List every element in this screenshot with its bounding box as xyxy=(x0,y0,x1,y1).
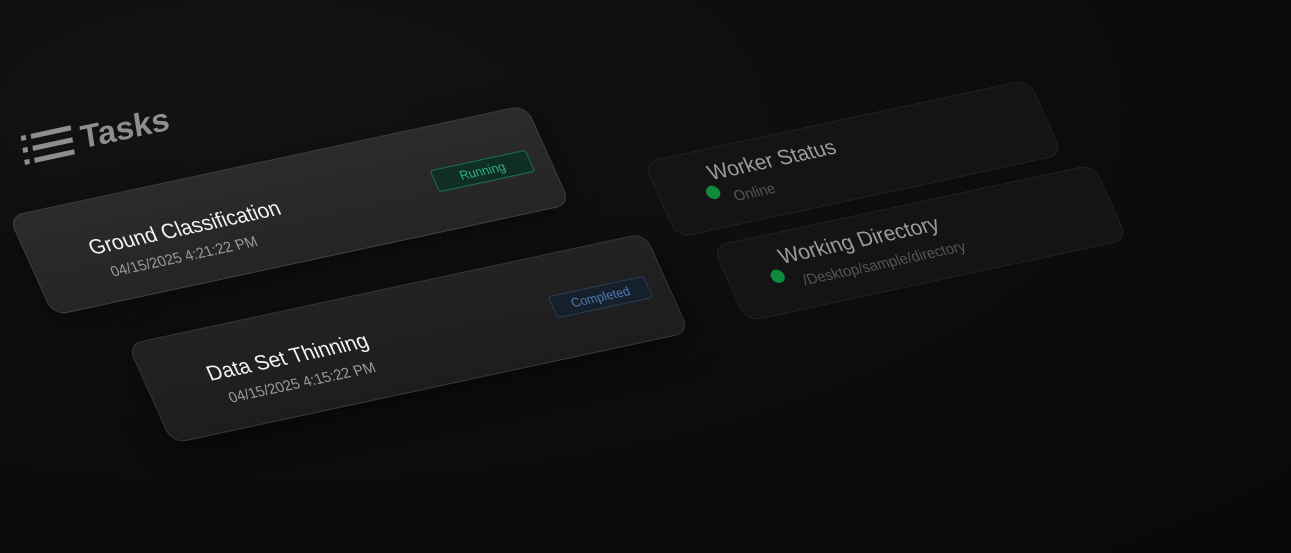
list-icon xyxy=(20,122,75,169)
worker-status-value: Online xyxy=(730,179,779,205)
directory-status-indicator xyxy=(768,268,788,285)
status-badge-running: Running xyxy=(429,149,536,193)
page-title: Tasks xyxy=(78,100,172,156)
worker-status-indicator xyxy=(703,184,723,201)
tasks-header: Tasks xyxy=(20,101,172,169)
status-badge-completed: Completed xyxy=(547,275,654,319)
worker-status-title: Worker Status xyxy=(703,136,841,186)
stage: Tasks Ground Classification 04/15/2025 4… xyxy=(0,0,1291,553)
